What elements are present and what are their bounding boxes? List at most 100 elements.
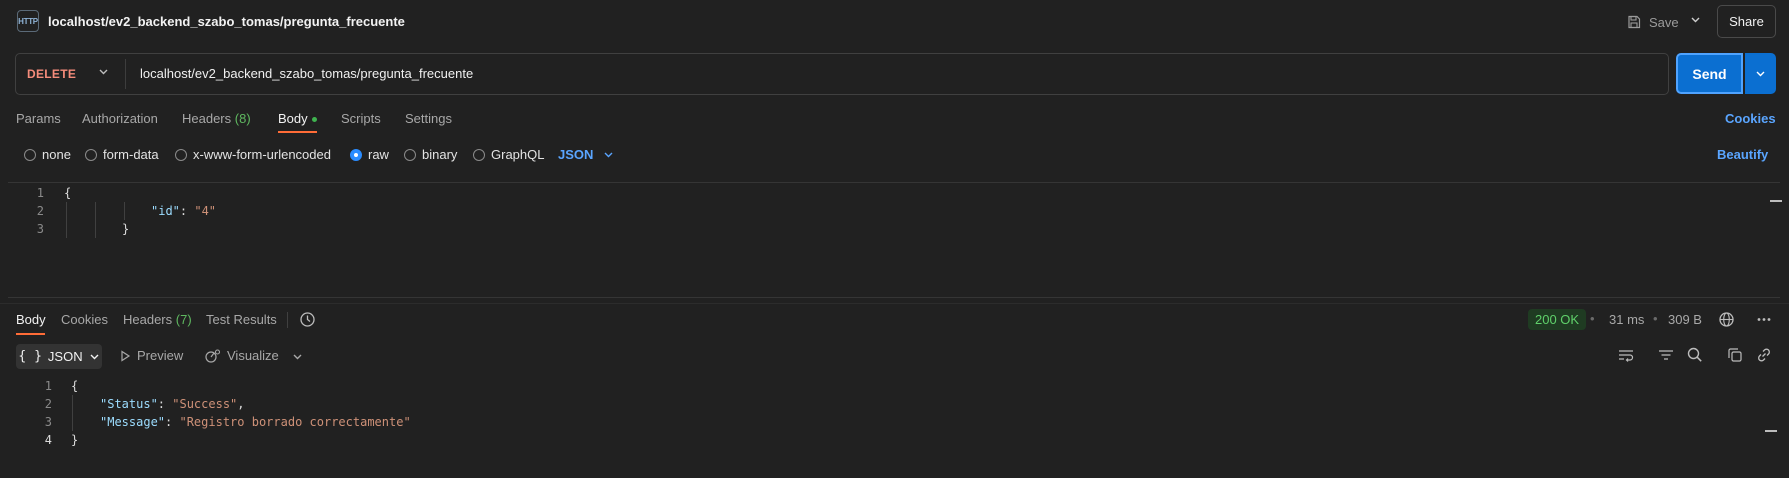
- history-icon[interactable]: [299, 311, 316, 331]
- send-button[interactable]: Send: [1676, 53, 1743, 94]
- beautify-button[interactable]: Beautify: [1717, 147, 1768, 162]
- code-line: {: [64, 186, 72, 200]
- radio-form-data-circle[interactable]: [85, 148, 97, 161]
- save-options-chevron-icon[interactable]: [1690, 14, 1701, 28]
- save-label: Save: [1649, 14, 1679, 30]
- response-format-label: JSON: [47, 349, 83, 364]
- save-icon: [1628, 15, 1641, 29]
- radio-urlencoded-label: x-www-form-urlencoded: [193, 147, 331, 162]
- response-tab-test-results[interactable]: Test Results: [206, 312, 277, 327]
- response-size[interactable]: 309 B: [1668, 312, 1702, 327]
- json-value: "Registro borrado correctamente": [179, 415, 411, 429]
- body-format-label: JSON: [558, 147, 594, 162]
- line-number: 1: [36, 186, 44, 200]
- json-value: "4": [194, 204, 217, 218]
- url-input[interactable]: localhost/ev2_backend_szabo_tomas/pregun…: [140, 66, 473, 81]
- response-tab-body[interactable]: Body: [16, 312, 46, 327]
- modified-dot-icon: [311, 117, 317, 123]
- visualize-label: Visualize: [227, 348, 279, 363]
- braces-icon: { }: [18, 349, 42, 364]
- radio-none-label: none: [42, 147, 71, 162]
- indent-guide: [66, 202, 67, 238]
- code-line: {: [71, 379, 79, 393]
- search-icon[interactable]: [1686, 346, 1704, 364]
- response-tab-cookies[interactable]: Cookies: [61, 312, 108, 327]
- meta-separator: •: [1653, 311, 1658, 326]
- radio-graphql[interactable]: GraphQL: [473, 147, 544, 162]
- save-button[interactable]: Save: [1627, 10, 1679, 34]
- body-format-select[interactable]: JSON: [558, 147, 614, 162]
- tab-scripts[interactable]: Scripts: [341, 111, 381, 126]
- cookies-link[interactable]: Cookies: [1725, 111, 1776, 126]
- tab-headers[interactable]: Headers (8): [182, 111, 251, 126]
- line-number: 4: [44, 433, 52, 447]
- tab-body-label: Body: [278, 111, 308, 126]
- method-select[interactable]: DELETE: [27, 67, 76, 81]
- radio-form-data[interactable]: form-data: [85, 147, 159, 162]
- request-body-editor[interactable]: [8, 182, 1780, 298]
- radio-urlencoded-circle[interactable]: [175, 148, 187, 161]
- line-number: 2: [36, 204, 44, 218]
- radio-none-circle[interactable]: [24, 148, 36, 161]
- send-options-button[interactable]: [1745, 53, 1776, 94]
- tab-authorization[interactable]: Authorization: [82, 111, 158, 126]
- pane-divider[interactable]: [0, 303, 1789, 304]
- request-title[interactable]: localhost/ev2_backend_szabo_tomas/pregun…: [48, 14, 405, 29]
- code-line: }: [122, 222, 130, 236]
- meta-separator: •: [1590, 311, 1595, 326]
- visualize-icon: [205, 348, 221, 363]
- response-time[interactable]: 31 ms: [1609, 312, 1644, 327]
- scrollbar-marker[interactable]: [1770, 200, 1782, 202]
- chevron-down-icon: [90, 354, 99, 360]
- radio-graphql-circle[interactable]: [473, 148, 485, 161]
- response-tab-headers-count: (7): [175, 312, 192, 327]
- scrollbar-marker[interactable]: [1765, 430, 1777, 432]
- line-number: 3: [44, 415, 52, 429]
- globe-icon[interactable]: [1718, 311, 1735, 331]
- share-button[interactable]: Share: [1717, 5, 1776, 38]
- visualize-button[interactable]: Visualize: [205, 348, 279, 363]
- radio-binary[interactable]: binary: [404, 147, 457, 162]
- radio-form-data-label: form-data: [103, 147, 159, 162]
- line-number: 3: [36, 222, 44, 236]
- radio-none[interactable]: none: [24, 147, 71, 162]
- code-line: "Status": "Success",: [100, 397, 245, 411]
- chevron-down-icon: [1756, 71, 1765, 77]
- json-colon: :: [165, 415, 180, 429]
- tab-body-underline: [278, 131, 317, 133]
- copy-icon[interactable]: [1726, 346, 1744, 364]
- radio-urlencoded[interactable]: x-www-form-urlencoded: [175, 147, 331, 162]
- tab-body[interactable]: Body: [278, 111, 317, 126]
- more-icon[interactable]: [1755, 311, 1773, 331]
- code-line: "Message": "Registro borrado correctamen…: [100, 415, 411, 429]
- wrap-lines-icon[interactable]: [1617, 346, 1635, 364]
- response-format-select[interactable]: { } JSON: [16, 344, 102, 369]
- radio-binary-label: binary: [422, 147, 458, 162]
- tab-settings[interactable]: Settings: [405, 111, 452, 126]
- radio-raw[interactable]: raw: [350, 147, 389, 162]
- json-value: "Success": [172, 397, 238, 411]
- http-icon: HTTP: [17, 10, 39, 32]
- json-colon: :: [157, 397, 173, 411]
- radio-raw-label: raw: [368, 147, 389, 162]
- url-divider: [125, 59, 126, 89]
- chevron-down-icon[interactable]: [292, 350, 303, 365]
- status-badge[interactable]: 200 OK: [1528, 309, 1587, 330]
- radio-graphql-label: GraphQL: [491, 147, 545, 162]
- link-icon[interactable]: [1755, 346, 1773, 364]
- preview-button[interactable]: Preview: [119, 348, 183, 363]
- chevron-down-icon: [604, 152, 613, 158]
- radio-raw-circle[interactable]: [350, 148, 362, 161]
- play-icon: [121, 349, 131, 362]
- response-tab-headers[interactable]: Headers (7): [123, 312, 192, 327]
- line-number: 1: [44, 379, 52, 393]
- filter-icon[interactable]: [1657, 346, 1675, 364]
- line-number: 2: [44, 397, 52, 411]
- preview-label: Preview: [137, 348, 184, 363]
- chevron-down-icon[interactable]: [98, 66, 109, 80]
- tab-separator: [287, 312, 288, 328]
- response-tab-body-underline: [16, 333, 45, 335]
- json-key: "Message": [100, 415, 166, 429]
- radio-binary-circle[interactable]: [404, 148, 416, 161]
- tab-params[interactable]: Params: [16, 111, 61, 126]
